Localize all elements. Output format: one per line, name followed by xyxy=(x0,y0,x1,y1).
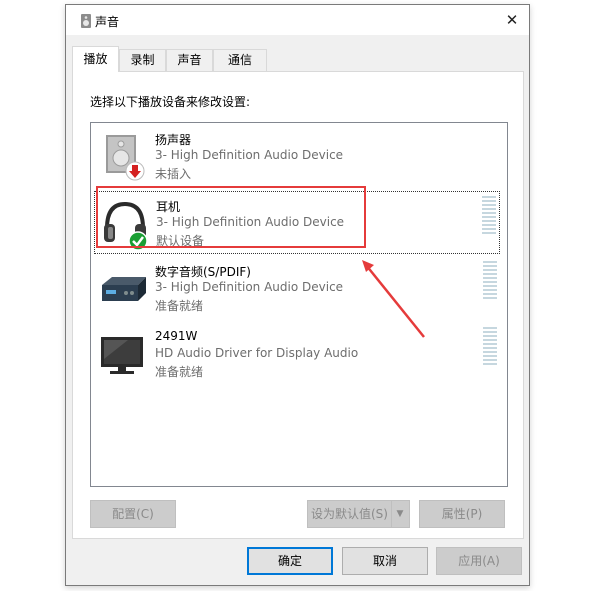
properties-button[interactable]: 属性(P) xyxy=(419,500,505,528)
device-name: 数字音频(S/PDIF) xyxy=(155,265,251,279)
cancel-button[interactable]: 取消 xyxy=(342,547,428,575)
volume-level-meter xyxy=(482,196,496,236)
device-name: 2491W xyxy=(155,329,198,343)
device-name: 耳机 xyxy=(156,200,181,214)
device-description: 3- High Definition Audio Device xyxy=(155,280,344,294)
digital-audio-icon xyxy=(102,277,146,301)
tab-playback[interactable]: 播放 xyxy=(72,46,119,72)
device-status: 准备就绪 xyxy=(155,299,204,313)
device-status: 默认设备 xyxy=(156,234,205,248)
volume-level-meter xyxy=(483,261,497,301)
tab-communications[interactable]: 通信 xyxy=(213,49,267,71)
set-default-button[interactable]: 设为默认值(S) ▼ xyxy=(307,500,410,528)
set-default-label[interactable]: 设为默认值(S) xyxy=(308,501,391,527)
headphones-icon xyxy=(104,201,148,250)
device-item-monitor[interactable]: 2491W HD Audio Driver for Display Audio … xyxy=(94,323,500,386)
device-list[interactable]: 扬声器 3- High Definition Audio Device 未插入 … xyxy=(90,122,508,487)
unplugged-badge-icon xyxy=(125,161,145,181)
speaker-app-icon xyxy=(81,14,91,28)
tab-recording[interactable]: 录制 xyxy=(119,49,166,71)
tab-sounds[interactable]: 声音 xyxy=(166,49,213,71)
title-bar[interactable]: 声音 ✕ xyxy=(66,5,529,35)
device-status: 准备就绪 xyxy=(155,365,204,379)
ok-button[interactable]: 确定 xyxy=(247,547,333,575)
apply-button[interactable]: 应用(A) xyxy=(436,547,522,575)
device-name: 扬声器 xyxy=(155,133,192,147)
device-item-headphones[interactable]: 耳机 3- High Definition Audio Device 默认设备 xyxy=(94,191,500,254)
speaker-icon xyxy=(106,135,145,181)
device-description: 3- High Definition Audio Device xyxy=(156,215,345,229)
close-button[interactable]: ✕ xyxy=(495,5,529,35)
volume-level-meter xyxy=(483,327,497,367)
device-item-speaker[interactable]: 扬声器 3- High Definition Audio Device 未插入 xyxy=(94,125,500,188)
chevron-down-icon[interactable]: ▼ xyxy=(392,501,408,527)
window-title: 声音 xyxy=(95,15,120,29)
device-description: HD Audio Driver for Display Audio xyxy=(155,346,359,360)
default-check-badge-icon xyxy=(128,231,148,250)
monitor-icon xyxy=(101,337,143,374)
device-item-digital-audio[interactable]: 数字音频(S/PDIF) 3- High Definition Audio De… xyxy=(94,257,500,320)
device-status: 未插入 xyxy=(155,167,192,181)
instruction-text: 选择以下播放设备来修改设置: xyxy=(90,95,251,109)
device-description: 3- High Definition Audio Device xyxy=(155,148,344,162)
playback-panel: 选择以下播放设备来修改设置: 扬声器 3- High Definition Au… xyxy=(72,71,524,539)
configure-button[interactable]: 配置(C) xyxy=(90,500,176,528)
sound-dialog: 声音 ✕ 播放 录制 声音 通信 选择以下播放设备来修改设置: 扬声器 3- H… xyxy=(65,4,530,586)
